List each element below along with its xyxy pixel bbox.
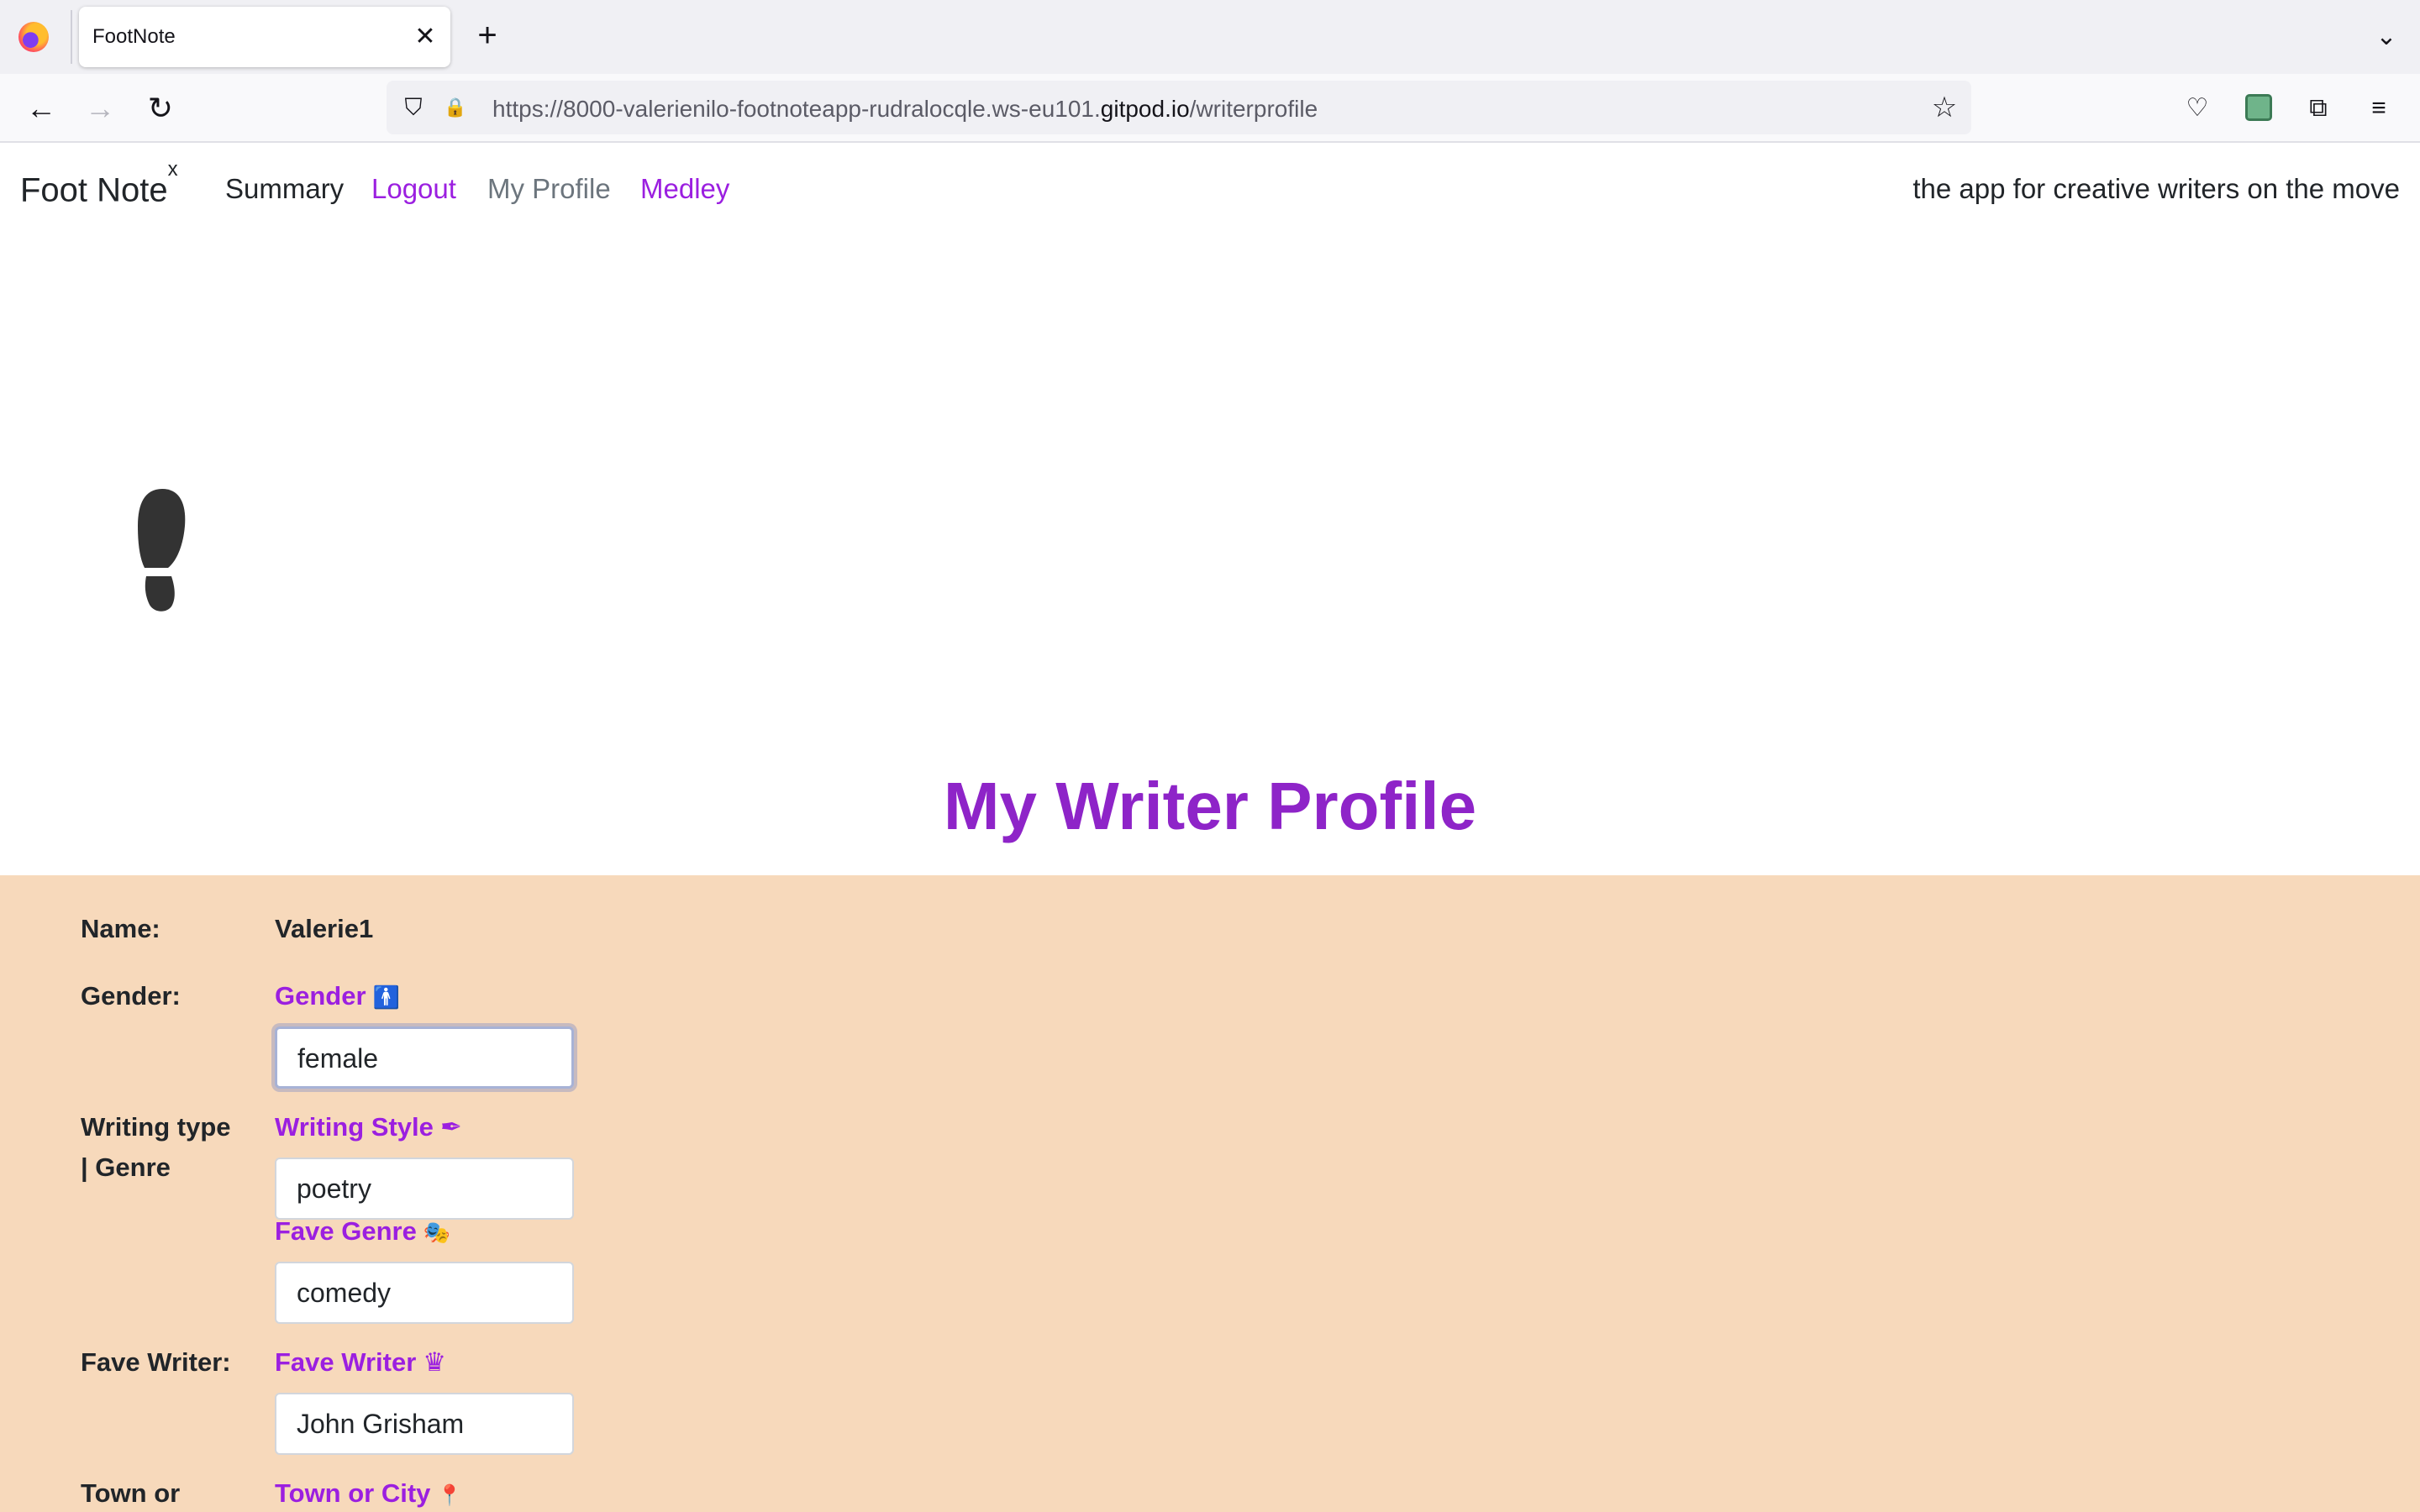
pocket-icon[interactable]: ♡: [2180, 91, 2215, 126]
map-pin-icon: 📍: [437, 1484, 463, 1507]
firefox-logo-icon: [18, 22, 49, 52]
theater-masks-icon: 🎭: [423, 1220, 451, 1245]
fave-writer-input[interactable]: John Grisham: [275, 1393, 574, 1455]
gender-label: Gender:: [81, 981, 181, 1011]
lock-icon[interactable]: 🔒: [442, 94, 469, 121]
gender-field-label: Gender 🚹: [275, 976, 400, 1017]
tab-list-chevron-icon[interactable]: ⌄: [2368, 18, 2405, 55]
brand-logo[interactable]: Foot Notex: [20, 158, 178, 209]
page-viewport: Foot Notex Summary Logout My Profile Med…: [0, 144, 2420, 1512]
browser-toolbar: ← → ↻ ⛉ 🔒 https://8000-valerienilo-footn…: [0, 74, 2420, 143]
feather-pen-icon: ✒: [439, 1112, 462, 1142]
fave-writer-field-label-text: Fave Writer: [275, 1347, 417, 1377]
fave-genre-field-label-text: Fave Genre: [275, 1216, 417, 1246]
nav-summary-link[interactable]: Summary: [225, 173, 344, 205]
forward-arrow-icon[interactable]: →: [81, 89, 119, 128]
tab-divider: [71, 10, 72, 64]
name-value: Valerie1: [275, 914, 374, 943]
brand-superscript: x: [167, 158, 178, 181]
writing-style-field-label: Writing Style ✒: [275, 1107, 462, 1147]
extensions-puzzle-icon[interactable]: ⧉: [2301, 91, 2336, 126]
bookmark-star-icon[interactable]: ☆: [1929, 92, 1960, 123]
url-text[interactable]: https://8000-valerienilo-footnoteapp-rud…: [492, 96, 1318, 123]
tab-title: FootNote: [92, 25, 176, 48]
brand-text: Foot Note: [20, 171, 168, 209]
nav-logout-link[interactable]: Logout: [371, 173, 456, 205]
fave-writer-label: Fave Writer:: [81, 1347, 231, 1377]
fave-genre-field-label: Fave Genre 🎭: [275, 1211, 450, 1252]
name-label: Name:: [81, 914, 160, 943]
writing-type-label-line1: Writing type: [81, 1112, 231, 1142]
browser-tabstrip: FootNote ✕ + ⌄: [0, 0, 2420, 74]
writing-type-label-line2: | Genre: [81, 1152, 171, 1182]
extension-icon[interactable]: [2245, 94, 2272, 121]
writing-style-field-label-text: Writing Style: [275, 1112, 434, 1142]
hamburger-menu-icon[interactable]: ≡: [2361, 91, 2396, 126]
url-domain: gitpod.io: [1100, 96, 1190, 122]
fave-genre-input[interactable]: comedy: [275, 1262, 574, 1324]
nav-medley-link[interactable]: Medley: [640, 173, 729, 205]
writing-style-input[interactable]: poetry: [275, 1158, 574, 1220]
url-path: /writerprofile: [1189, 96, 1318, 122]
nav-my-profile-link[interactable]: My Profile: [487, 173, 611, 205]
browser-tab-active[interactable]: FootNote ✕: [79, 7, 450, 67]
new-tab-icon[interactable]: +: [469, 17, 506, 54]
person-icon: 🚹: [372, 984, 400, 1010]
gender-field-label-text: Gender: [275, 981, 366, 1011]
writer-profile-panel: Name: Valerie1 Gender: Gender 🚹 female Wr…: [0, 875, 2420, 1512]
footprint-icon: [138, 489, 186, 612]
town-label: Town or: [81, 1478, 181, 1508]
town-city-field-label: Town or City 📍: [275, 1473, 462, 1512]
page-title: My Writer Profile: [943, 769, 1477, 843]
fave-writer-field-label: Fave Writer ♛: [275, 1342, 446, 1383]
reload-icon[interactable]: ↻: [141, 89, 180, 128]
url-prefix: https://8000-valerienilo-footnoteapp-rud…: [492, 96, 1101, 122]
town-city-field-label-text: Town or City: [275, 1478, 431, 1508]
gender-input[interactable]: female: [275, 1026, 574, 1089]
tab-close-icon[interactable]: ✕: [408, 20, 442, 54]
site-tagline: the app for creative writers on the move: [1912, 173, 2400, 204]
shield-icon[interactable]: ⛉: [400, 94, 427, 121]
crown-icon: ♛: [423, 1347, 447, 1377]
address-bar[interactable]: ⛉ 🔒 https://8000-valerienilo-footnoteapp…: [387, 81, 1971, 134]
back-arrow-icon[interactable]: ←: [22, 89, 60, 128]
